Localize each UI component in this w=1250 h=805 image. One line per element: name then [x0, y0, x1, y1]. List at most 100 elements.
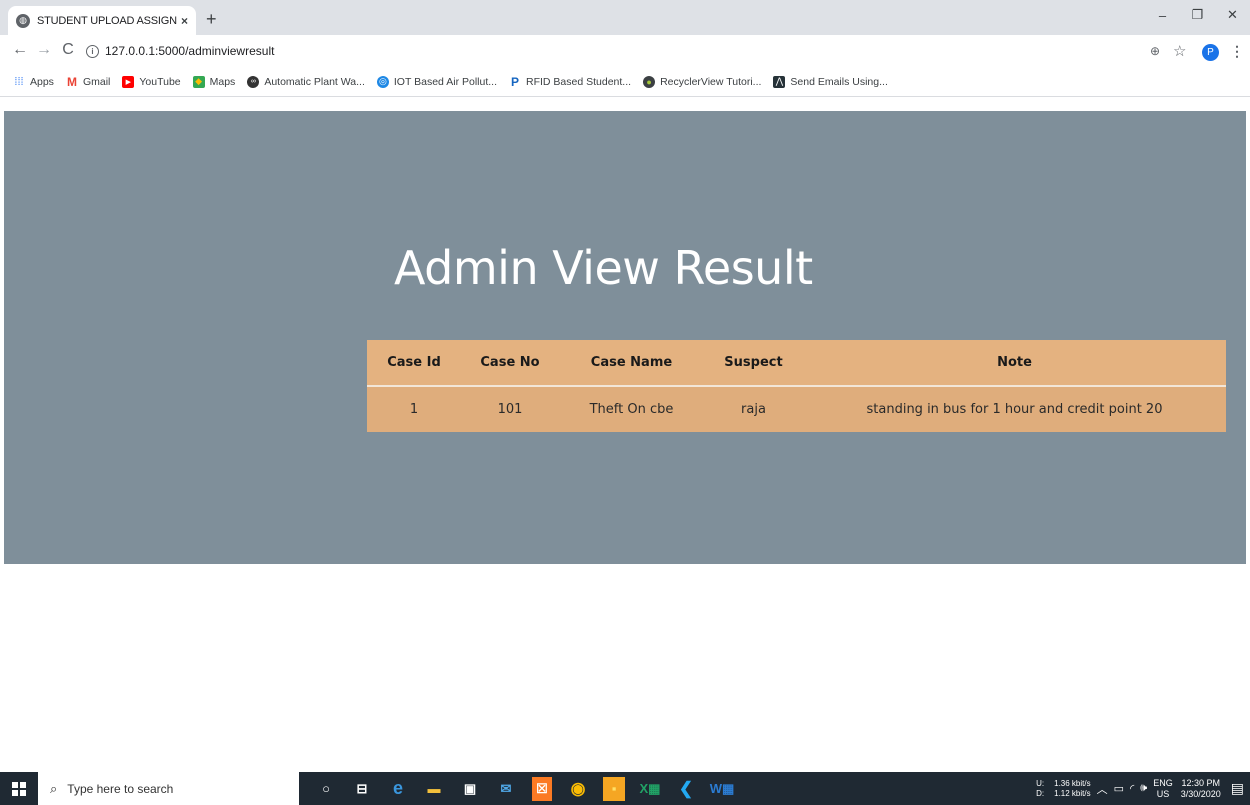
file-explorer-icon[interactable]: ▬ [419, 777, 449, 801]
task-view-icon[interactable]: ⊟ [347, 777, 377, 801]
bookmark-gmail[interactable]: M Gmail [66, 75, 111, 89]
language-indicator[interactable]: ENG US [1153, 778, 1173, 800]
browser-toolbar: ← → C i 127.0.0.1:5000/adminviewresult ⊕… [0, 35, 1250, 67]
chrome-icon[interactable]: ◉ [563, 777, 593, 801]
bookmark-email-icon: ⋀ [773, 75, 786, 88]
windows-taskbar: ⌕ Type here to search ○ ⊟ e ▬ ▣ ✉ ☒ ◉ ▪ … [0, 772, 1250, 805]
restore-button[interactable]: ❐ [1180, 0, 1215, 30]
site-info-icon[interactable]: i [86, 44, 99, 58]
bookmark-label: Maps [209, 75, 236, 88]
cortana-icon[interactable]: ○ [311, 777, 341, 801]
wifi-icon[interactable]: ◜ [1130, 782, 1134, 795]
forward-arrow-icon[interactable]: → [34, 41, 54, 59]
header-case-id: Case Id [367, 340, 461, 387]
window-controls: – ❐ ✕ [1145, 0, 1250, 30]
header-note: Note [803, 340, 1226, 387]
search-icon: ⌕ [50, 780, 58, 796]
bookmark-label: Gmail [82, 75, 111, 88]
header-case-no: Case No [461, 340, 559, 387]
bookmark-globe-icon: ◎ [376, 75, 389, 88]
excel-icon[interactable]: X▦ [635, 777, 665, 801]
bookmark-android-icon: ● [643, 75, 656, 88]
edge-icon[interactable]: e [383, 777, 413, 801]
vscode-icon[interactable]: ❮ [671, 777, 701, 801]
table-row: 1 101 Theft On cbe raja standing in bus … [367, 386, 1226, 432]
maps-icon: ◆ [192, 75, 205, 88]
address-bar[interactable]: i 127.0.0.1:5000/adminviewresult [86, 39, 1192, 63]
net-speeds: 1.36 kbit/s 1.12 kbit/s [1054, 779, 1090, 799]
globe-icon: ◍ [16, 13, 30, 28]
clock-time: 12:30 PM [1181, 777, 1220, 788]
browser-tab[interactable]: ◍ STUDENT UPLOAD ASSIGNMENT × [8, 6, 196, 35]
taskbar-apps: ○ ⊟ e ▬ ▣ ✉ ☒ ◉ ▪ X▦ ❮ W▦ [311, 776, 743, 801]
more-menu-icon[interactable]: ⋮ [1230, 43, 1244, 60]
net-down-label: D: [1036, 788, 1045, 798]
bookmark-rfid-icon: P [510, 74, 519, 89]
clock-date: 3/30/2020 [1180, 788, 1221, 799]
bookmark-recycler[interactable]: ● RecyclerView Tutori... [643, 75, 762, 88]
url-text[interactable]: 127.0.0.1:5000/adminviewresult [105, 44, 274, 58]
start-button[interactable] [0, 772, 38, 805]
notification-icon[interactable]: ▤ [1231, 780, 1244, 797]
tab-title: STUDENT UPLOAD ASSIGNMENT [37, 14, 177, 27]
volume-icon[interactable]: 🕪 [1140, 782, 1147, 795]
bookmark-label: RecyclerView Tutori... [660, 75, 762, 88]
minimize-button[interactable]: – [1145, 0, 1180, 30]
cell-case-name: Theft On cbe [559, 386, 704, 432]
windows-logo-icon [12, 781, 26, 796]
xampp-icon[interactable]: ☒ [532, 776, 552, 801]
bookmark-plant[interactable]: ∞ Automatic Plant Wa... [247, 75, 365, 88]
taskbar-search[interactable]: ⌕ Type here to search [38, 772, 299, 805]
bookmark-label: YouTube [139, 75, 181, 88]
cell-suspect: raja [704, 386, 803, 432]
sticky-notes-icon[interactable]: ▪ [603, 776, 625, 801]
net-down-speed: 1.12 kbit/s [1054, 788, 1091, 798]
region-code: US [1156, 788, 1170, 799]
header-suspect: Suspect [704, 340, 803, 387]
store-icon[interactable]: ▣ [455, 777, 485, 801]
page-body: Admin View Result Case Id Case No Case N… [0, 97, 1250, 772]
zoom-icon[interactable]: ⊕ [1150, 44, 1160, 58]
hero-section: Admin View Result Case Id Case No Case N… [4, 111, 1246, 564]
system-tray: U: D: 1.36 kbit/s 1.12 kbit/s ︿ ▭ ◜ 🕪 EN… [1036, 772, 1244, 805]
table-header-row: Case Id Case No Case Name Suspect Note [367, 340, 1226, 387]
bookmark-apps[interactable]: ⁞⁞⁞ Apps [13, 76, 54, 88]
result-table: Case Id Case No Case Name Suspect Note 1… [367, 340, 1226, 432]
bookmark-label: Automatic Plant Wa... [264, 75, 365, 88]
net-up-label: U: [1036, 778, 1045, 788]
bookmark-label: Apps [30, 75, 54, 88]
back-arrow-icon[interactable]: ← [10, 41, 30, 59]
bookmark-star-icon[interactable]: ☆ [1173, 42, 1186, 60]
cell-note: standing in bus for 1 hour and credit po… [803, 386, 1226, 432]
bookmark-maps[interactable]: ◆ Maps [192, 75, 236, 88]
bookmark-label: IOT Based Air Pollut... [393, 75, 497, 88]
battery-icon[interactable]: ▭ [1114, 782, 1124, 795]
bookmark-label: RFID Based Student... [526, 75, 632, 88]
close-tab-icon[interactable]: × [181, 14, 188, 28]
cell-case-no: 101 [461, 386, 559, 432]
new-tab-button[interactable]: + [206, 9, 217, 30]
browser-tabstrip: ◍ STUDENT UPLOAD ASSIGNMENT × + – ❐ ✕ [0, 0, 1250, 35]
reload-icon[interactable]: C [58, 41, 78, 59]
net-labels: U: D: [1036, 779, 1044, 799]
youtube-icon: ▶ [122, 75, 135, 88]
mail-icon[interactable]: ✉ [491, 777, 521, 801]
lang-code: ENG [1153, 777, 1173, 788]
page-title: Admin View Result [394, 241, 813, 295]
bookmark-email[interactable]: ⋀ Send Emails Using... [773, 75, 888, 88]
bookmark-site-icon: ∞ [247, 75, 260, 88]
net-up-speed: 1.36 kbit/s [1054, 778, 1091, 788]
search-placeholder: Type here to search [67, 781, 174, 796]
close-window-button[interactable]: ✕ [1215, 0, 1250, 30]
word-icon[interactable]: W▦ [707, 777, 737, 801]
chevron-up-icon[interactable]: ︿ [1097, 781, 1108, 797]
profile-avatar[interactable]: P [1202, 44, 1219, 61]
cell-case-id: 1 [367, 386, 461, 432]
bookmark-youtube[interactable]: ▶ YouTube [122, 75, 181, 88]
clock[interactable]: 12:30 PM 3/30/2020 [1181, 778, 1221, 800]
bookmark-iot[interactable]: ◎ IOT Based Air Pollut... [376, 75, 497, 88]
bookmark-rfid[interactable]: P RFID Based Student... [509, 74, 632, 89]
bookmarks-bar: ⁞⁞⁞ Apps M Gmail ▶ YouTube ◆ Maps ∞ Auto… [0, 67, 1250, 97]
bookmark-label: Send Emails Using... [790, 75, 888, 88]
apps-grid-icon: ⁞⁞⁞ [14, 75, 24, 88]
